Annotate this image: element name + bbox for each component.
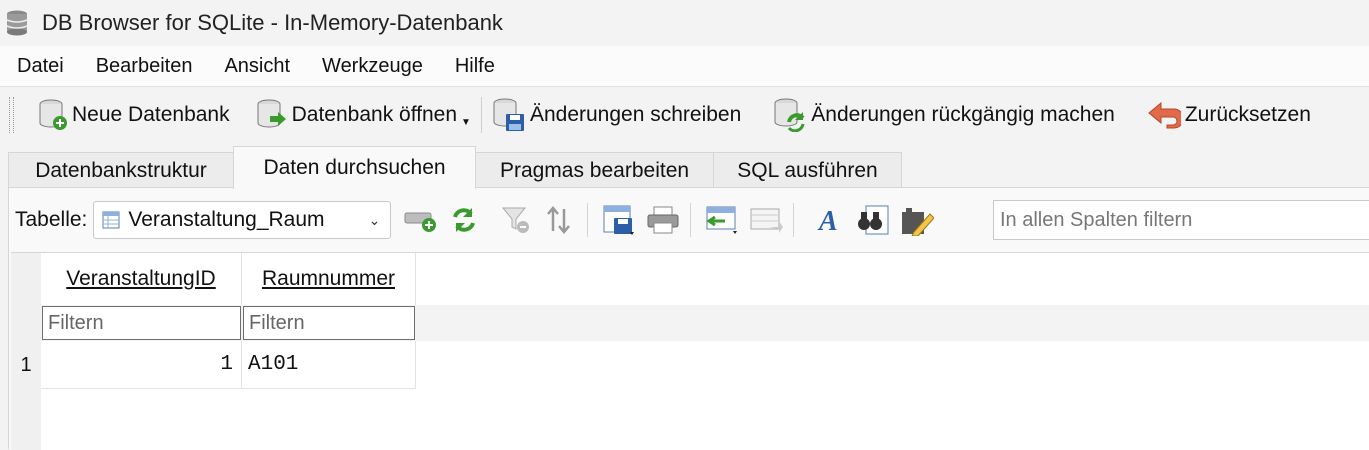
write-changes-icon <box>493 98 524 131</box>
browse-toolbar: Tabelle: Veranstaltung_Raum ⌄ A In allen… <box>9 196 1369 244</box>
revert-changes-icon <box>774 98 805 132</box>
font-icon: A <box>817 206 838 235</box>
printer-icon <box>647 206 679 234</box>
browse-data-panel: Tabelle: Veranstaltung_Raum ⌄ A In allen… <box>8 187 1369 450</box>
row-number[interactable]: 1 <box>11 341 41 389</box>
database-app-icon <box>6 10 28 36</box>
menu-ansicht[interactable]: Ansicht <box>224 55 290 78</box>
chevron-down-icon: ⌄ <box>368 211 381 228</box>
global-filter-input[interactable] <box>993 200 1369 240</box>
clear-filters-button[interactable] <box>499 203 533 237</box>
open-database-label: Datenbank öffnen <box>291 103 458 126</box>
tab-execute-sql[interactable]: SQL ausführen <box>713 152 902 188</box>
clear-filter-icon <box>502 207 530 233</box>
open-database-icon <box>257 99 286 128</box>
table-select[interactable]: Veranstaltung_Raum ⌄ <box>93 201 392 239</box>
print-button[interactable] <box>646 203 680 237</box>
table-cell[interactable]: A101 <box>242 341 416 389</box>
table-cell[interactable]: 1 <box>41 341 242 389</box>
menu-datei[interactable]: Datei <box>17 55 64 78</box>
data-grid: VeranstaltungID Raumnummer 1 1 A101 <box>11 252 1369 450</box>
new-database-button[interactable]: Neue Datenbank <box>32 92 236 138</box>
column-header-veranstaltungid[interactable]: VeranstaltungID <box>41 253 242 305</box>
filter-input-veranstaltungid[interactable] <box>42 306 241 340</box>
reset-label: Zurücksetzen <box>1184 103 1311 126</box>
edit-pencil-icon <box>902 208 935 236</box>
toolbar-separator <box>690 203 692 237</box>
selected-table: Veranstaltung_Raum <box>128 208 325 231</box>
main-toolbar: Neue Datenbank Datenbank öffnen ▼ Änderu… <box>0 86 1369 143</box>
sort-button[interactable] <box>543 203 577 237</box>
binoculars-icon <box>858 205 889 235</box>
insert-record-button[interactable] <box>403 203 437 237</box>
svg-text:A: A <box>817 206 838 235</box>
open-database-button[interactable]: Datenbank öffnen ▼ <box>250 92 477 138</box>
dropdown-caret-icon[interactable]: ▼ <box>461 117 471 128</box>
menu-hilfe[interactable]: Hilfe <box>455 55 495 78</box>
menu-bearbeiten[interactable]: Bearbeiten <box>96 55 193 78</box>
undo-arrow-icon <box>1148 101 1181 129</box>
new-database-icon <box>39 99 67 130</box>
title-bar: DB Browser for SQLite - In-Memory-Datenb… <box>0 0 1369 46</box>
toolbar-separator <box>587 203 589 237</box>
table-label: Tabelle: <box>15 208 88 231</box>
menu-bar: Datei Bearbeiten Ansicht Werkzeuge Hilfe <box>0 46 1369 86</box>
reset-button[interactable]: Zurücksetzen <box>1141 92 1317 138</box>
find-button[interactable] <box>856 203 890 237</box>
menu-werkzeuge[interactable]: Werkzeuge <box>322 55 423 78</box>
insert-values-button[interactable] <box>705 203 739 237</box>
sort-icon <box>547 206 571 234</box>
revert-changes-label: Änderungen rückgängig machen <box>811 103 1115 126</box>
tab-browse-data[interactable]: Daten durchsuchen <box>233 146 476 189</box>
revert-changes-button[interactable]: Änderungen rückgängig machen <box>767 92 1121 138</box>
toolbar-separator <box>480 97 482 133</box>
delete-record-icon <box>750 208 784 233</box>
save-table-icon <box>603 205 635 235</box>
tab-edit-pragmas[interactable]: Pragmas bearbeiten <box>475 152 714 188</box>
delete-record-button[interactable] <box>749 203 784 237</box>
edit-condition-button[interactable] <box>900 203 935 237</box>
column-header-raumnummer[interactable]: Raumnummer <box>242 253 416 305</box>
new-database-label: Neue Datenbank <box>72 103 230 126</box>
toolbar-grip[interactable] <box>9 97 14 133</box>
write-changes-label: Änderungen schreiben <box>529 103 742 126</box>
main-tabs: Datenbankstruktur Daten durchsuchen Prag… <box>0 146 1369 189</box>
save-table-button[interactable] <box>602 203 636 237</box>
filter-input-raumnummer[interactable] <box>243 306 415 340</box>
window-title: DB Browser for SQLite - In-Memory-Datenb… <box>42 10 503 35</box>
set-font-button[interactable]: A <box>812 203 846 237</box>
write-changes-button[interactable]: Änderungen schreiben <box>486 92 747 138</box>
refresh-icon <box>453 208 476 232</box>
toolbar-separator <box>793 203 795 237</box>
table-icon <box>102 211 120 229</box>
insert-record-icon <box>404 212 437 232</box>
refresh-button[interactable] <box>447 203 481 237</box>
tab-database-structure[interactable]: Datenbankstruktur <box>8 152 234 188</box>
insert-values-icon <box>706 206 738 234</box>
